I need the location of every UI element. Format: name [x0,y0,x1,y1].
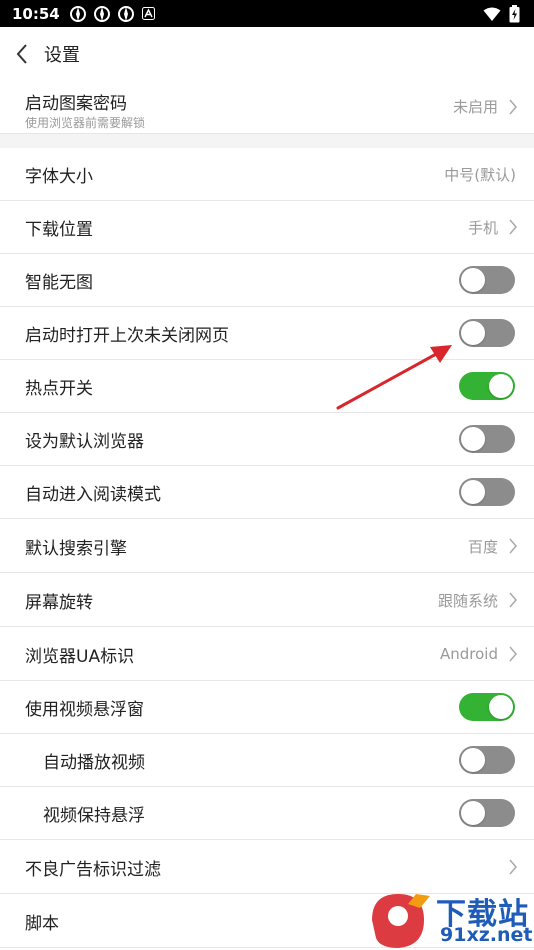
row-auto-reading-mode: 自动进入阅读模式 [0,466,534,519]
status-bar: 10:54 [0,0,534,27]
row-label: 下载位置 [25,219,93,240]
section-divider [0,134,534,148]
row-value: 手机 [467,218,498,237]
row-label: 默认搜索引擎 [25,538,127,559]
battery-icon [509,5,520,23]
app-notification-icon [141,7,155,20]
wifi-icon [483,7,501,21]
row-value: 未启用 [452,98,498,116]
restore-last-pages-toggle[interactable] [459,319,515,347]
row-label: 不良广告标识过滤 [25,859,161,880]
video-keep-floating-toggle[interactable] [459,799,515,827]
row-ua-identifier[interactable]: 浏览器UA标识 Android [0,628,534,681]
status-time: 10:54 [12,4,60,23]
row-autoplay-video: 自动播放视频 [0,734,534,787]
row-label: 智能无图 [25,272,93,293]
toggle-knob [461,801,485,825]
row-label: 启动时打开上次未关闭网页 [25,325,229,346]
back-button[interactable] [0,27,44,80]
toggle-knob [489,374,513,398]
row-sublabel: 使用浏览器前需要解锁 [25,116,146,130]
page-title: 设置 [44,44,80,66]
auto-reading-mode-toggle[interactable] [459,478,515,506]
toggle-knob [461,427,485,451]
row-font-size[interactable]: 字体大小 中号(默认) [0,148,534,201]
row-label: 自动播放视频 [43,752,145,773]
row-video-floating-window: 使用视频悬浮窗 [0,681,534,734]
toggle-knob [461,268,485,292]
smart-no-image-toggle[interactable] [459,266,515,294]
row-value: 中号(默认) [444,165,516,184]
autoplay-video-toggle[interactable] [459,746,515,774]
row-screen-rotation[interactable]: 屏幕旋转 跟随系统 [0,574,534,627]
back-chevron-icon [16,43,27,64]
annotation-arrow [336,345,452,410]
row-label: 自动进入阅读模式 [25,484,161,505]
row-download-location[interactable]: 下载位置 手机 [0,201,534,254]
system-icons [483,5,520,23]
row-label: 视频保持悬浮 [43,805,145,826]
row-label: 脚本 [25,913,59,934]
row-label: 热点开关 [25,378,93,399]
toggle-knob [461,321,485,345]
row-value: Android [440,645,498,663]
chevron-right-icon [509,646,517,662]
notification-icon [69,5,86,22]
row-label: 浏览器UA标识 [25,646,135,667]
watermark-url: 91xz.net [440,924,533,946]
chevron-right-icon [509,219,517,235]
row-video-keep-floating: 视频保持悬浮 [0,787,534,840]
row-label: 使用视频悬浮窗 [25,699,144,720]
default-browser-toggle[interactable] [459,425,515,453]
row-value: 百度 [467,537,498,556]
chevron-right-icon [509,859,517,875]
toggle-knob [489,695,513,719]
row-label: 屏幕旋转 [25,592,93,613]
toggle-knob [461,748,485,772]
hotspot-toggle[interactable] [459,372,515,400]
chevron-right-icon [509,99,517,114]
title-bar: 设置 [0,27,534,81]
row-value: 跟随系统 [437,591,498,610]
row-label: 字体大小 [25,166,93,187]
row-smart-no-image: 智能无图 [0,254,534,307]
notification-icons [69,5,155,22]
video-floating-window-toggle[interactable] [459,693,515,721]
chevron-right-icon [509,592,517,608]
chevron-right-icon [509,538,517,554]
notification-icon [117,5,134,22]
toggle-knob [461,480,485,504]
row-label: 启动图案密码 [25,94,127,114]
row-default-browser: 设为默认浏览器 [0,413,534,466]
row-label: 设为默认浏览器 [25,431,144,452]
notification-icon [93,5,110,22]
row-pattern-lock[interactable]: 启动图案密码 使用浏览器前需要解锁 未启用 [0,80,534,134]
row-search-engine[interactable]: 默认搜索引擎 百度 [0,520,534,573]
